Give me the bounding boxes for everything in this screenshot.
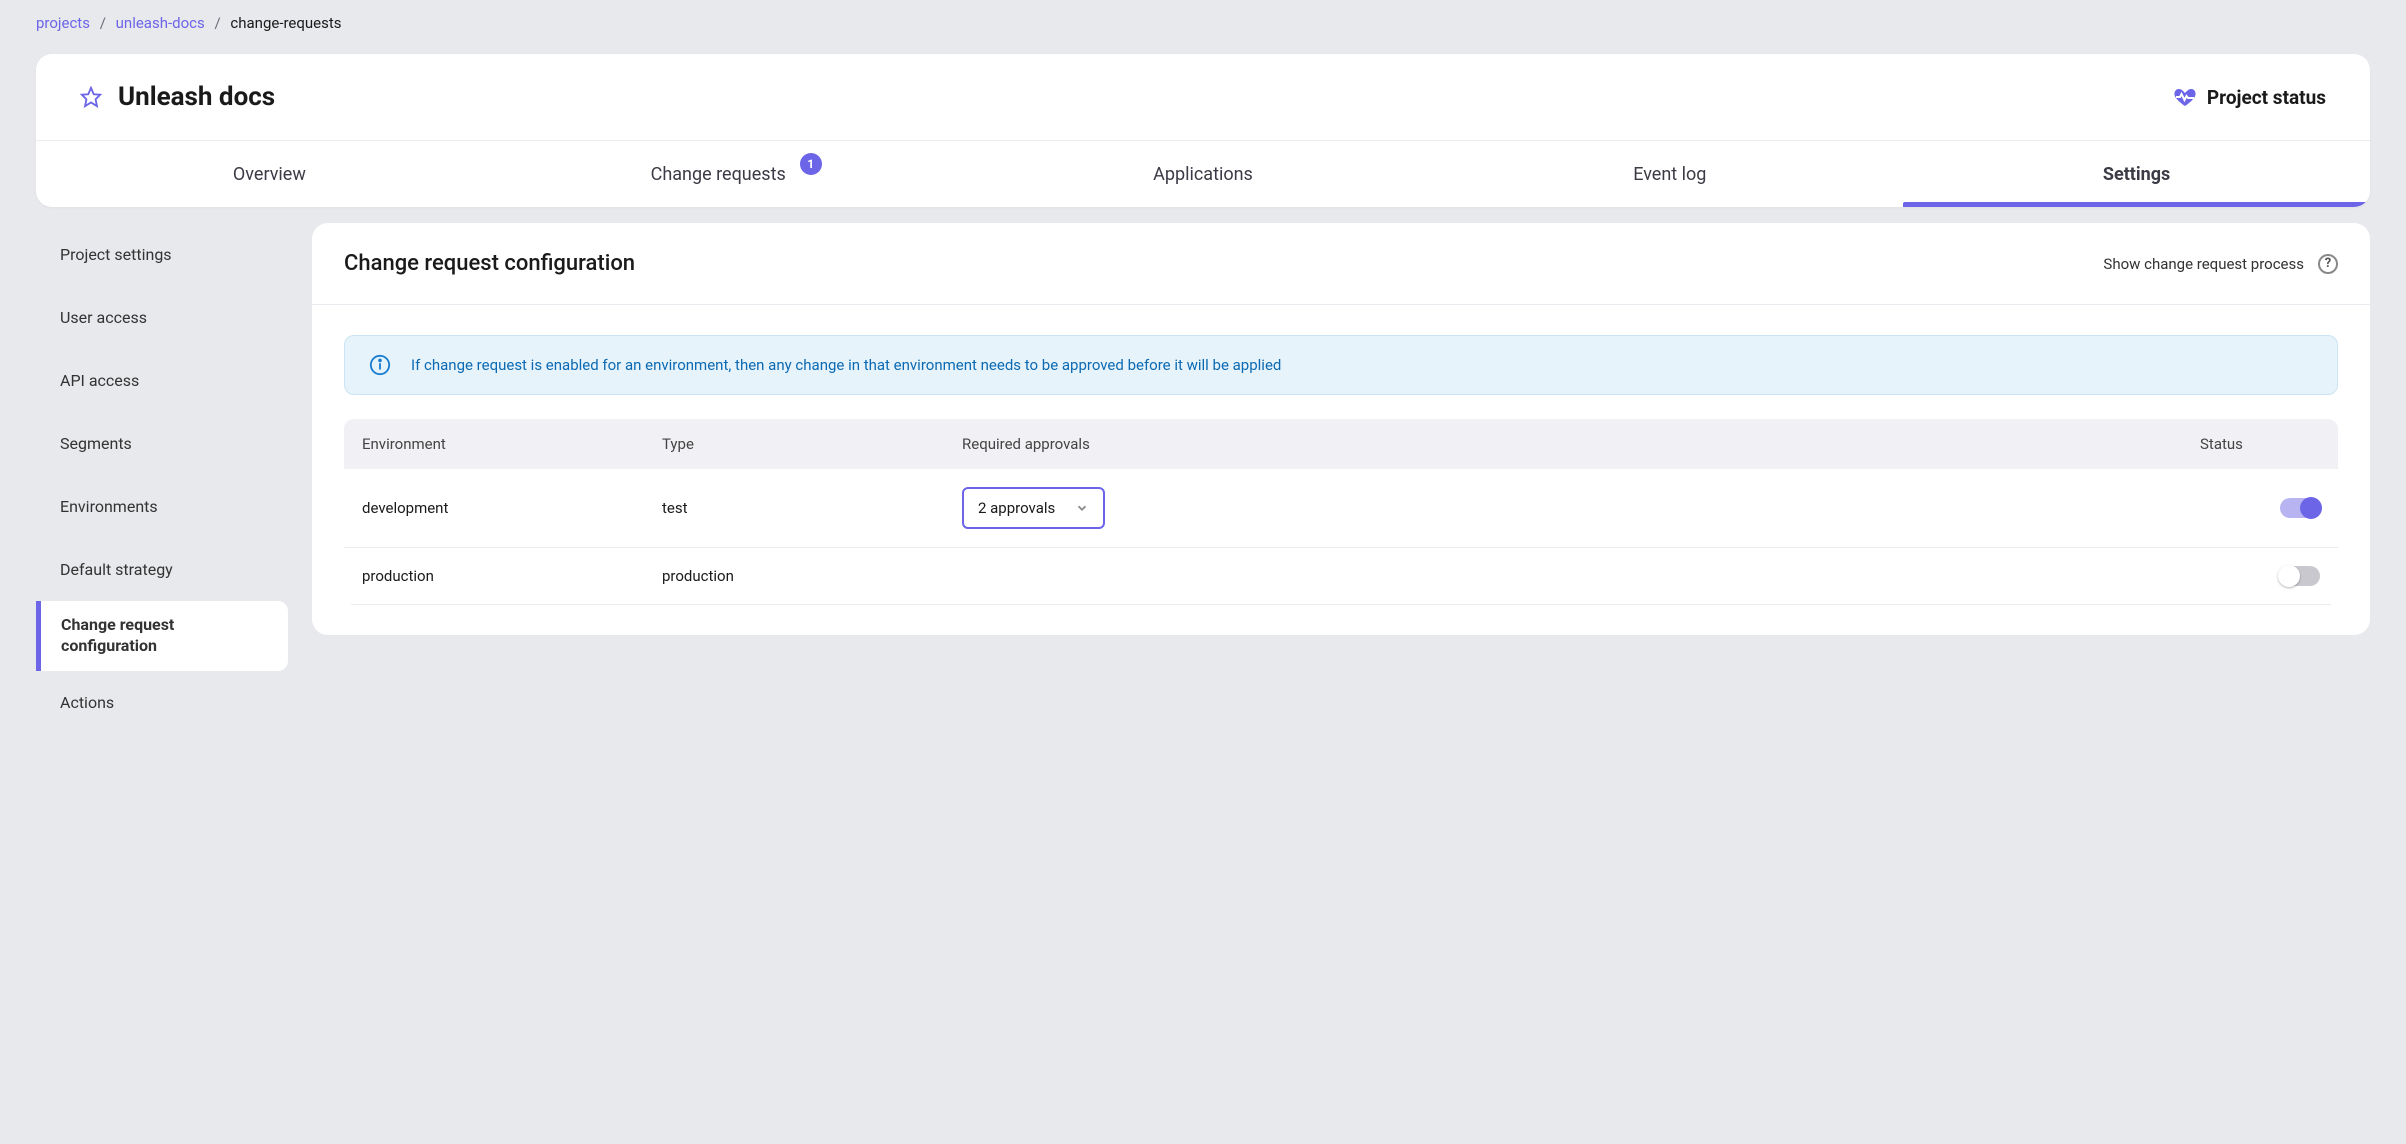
heart-pulse-icon xyxy=(2173,85,2197,109)
sidebar-item-change-request-config[interactable]: Change request configuration xyxy=(36,601,288,671)
config-table: Environment Type Required approvals Stat… xyxy=(344,419,2338,605)
status-toggle[interactable] xyxy=(2280,498,2320,518)
sidebar-item-default-strategy[interactable]: Default strategy xyxy=(36,538,288,601)
tab-event-log[interactable]: Event log xyxy=(1436,141,1903,207)
approvals-select[interactable]: 2 approvals xyxy=(962,487,1105,529)
project-header: Unleash docs Project status xyxy=(36,54,2370,141)
sidebar-item-project-settings[interactable]: Project settings xyxy=(36,223,288,286)
table-header: Environment Type Required approvals Stat… xyxy=(344,419,2338,469)
tab-applications[interactable]: Applications xyxy=(970,141,1437,207)
status-toggle[interactable] xyxy=(2280,566,2320,586)
sidebar-item-api-access[interactable]: API access xyxy=(36,349,288,412)
breadcrumb-sep: / xyxy=(100,14,106,32)
tab-settings[interactable]: Settings xyxy=(1903,141,2370,207)
row-env: development xyxy=(362,499,662,517)
project-tabs: Overview Change requests 1 Applications … xyxy=(36,141,2370,207)
row-type: production xyxy=(662,567,962,585)
settings-sidebar: Project settings User access API access … xyxy=(36,223,288,734)
tab-change-requests-label: Change requests xyxy=(651,164,786,185)
main-panel: Change request configuration Show change… xyxy=(312,223,2370,635)
table-row: development test 2 approvals xyxy=(344,469,2338,548)
row-type: test xyxy=(662,499,962,517)
breadcrumb: projects / unleash-docs / change-request… xyxy=(0,0,2406,46)
approvals-value: 2 approvals xyxy=(978,499,1055,517)
breadcrumb-current: change-requests xyxy=(230,14,341,32)
change-requests-badge: 1 xyxy=(800,153,822,175)
info-banner: If change request is enabled for an envi… xyxy=(344,335,2338,395)
project-status-button[interactable]: Project status xyxy=(2173,85,2326,109)
star-icon[interactable] xyxy=(80,86,102,108)
col-environment: Environment xyxy=(362,435,662,453)
sidebar-item-segments[interactable]: Segments xyxy=(36,412,288,475)
sidebar-item-actions[interactable]: Actions xyxy=(36,671,288,734)
col-required-approvals: Required approvals xyxy=(962,435,2200,453)
project-title: Unleash docs xyxy=(118,82,275,112)
panel-title: Change request configuration xyxy=(344,251,635,276)
tab-overview[interactable]: Overview xyxy=(36,141,503,207)
help-icon: ? xyxy=(2318,254,2338,274)
col-status: Status xyxy=(2200,435,2320,453)
col-type: Type xyxy=(662,435,962,453)
tab-change-requests[interactable]: Change requests 1 xyxy=(503,141,970,207)
table-row: production production xyxy=(344,548,2338,605)
info-icon xyxy=(369,354,391,376)
project-card: Unleash docs Project status Overview Cha… xyxy=(36,54,2370,207)
row-env: production xyxy=(362,567,662,585)
breadcrumb-sep: / xyxy=(214,14,220,32)
sidebar-item-user-access[interactable]: User access xyxy=(36,286,288,349)
info-text: If change request is enabled for an envi… xyxy=(411,356,1281,374)
chevron-down-icon xyxy=(1075,501,1089,515)
breadcrumb-project[interactable]: unleash-docs xyxy=(116,14,205,32)
breadcrumb-projects[interactable]: projects xyxy=(36,14,90,32)
show-process-label: Show change request process xyxy=(2103,255,2304,273)
panel-header: Change request configuration Show change… xyxy=(312,223,2370,305)
sidebar-item-environments[interactable]: Environments xyxy=(36,475,288,538)
project-status-label: Project status xyxy=(2207,86,2326,109)
show-process-button[interactable]: Show change request process ? xyxy=(2103,254,2338,274)
